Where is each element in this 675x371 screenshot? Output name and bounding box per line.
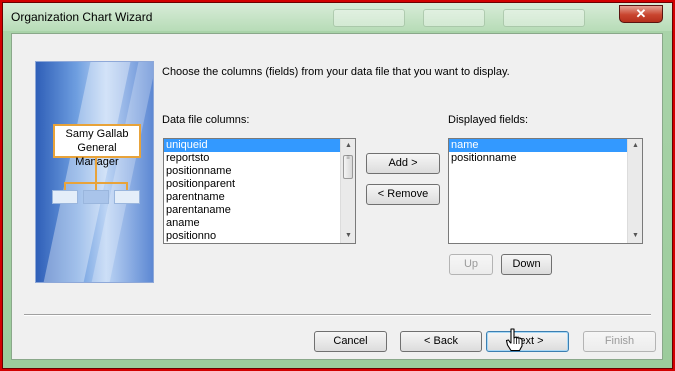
- data-column-item[interactable]: uniqueid: [164, 139, 355, 152]
- displayed-fields-label: Displayed fields:: [448, 114, 529, 126]
- data-columns-label: Data file columns:: [162, 114, 250, 126]
- data-columns-scrollbar[interactable]: ▲ ≡ ▼: [340, 139, 355, 243]
- next-button[interactable]: Next >: [486, 331, 569, 352]
- subordinate-box: [114, 190, 140, 204]
- data-column-item[interactable]: reportsto: [164, 152, 355, 165]
- data-column-item[interactable]: positionparent: [164, 178, 355, 191]
- close-button[interactable]: ✕: [619, 5, 663, 23]
- instruction-text: Choose the columns (fields) from your da…: [162, 66, 510, 78]
- org-connector: [126, 182, 128, 190]
- cancel-button[interactable]: Cancel: [314, 331, 387, 352]
- subordinate-box: [52, 190, 78, 204]
- hand-pointer-icon: [505, 328, 523, 352]
- scroll-down-icon[interactable]: ▼: [341, 230, 355, 242]
- displayed-field-item[interactable]: name: [449, 139, 642, 152]
- displayed-fields-items: name positionname: [449, 139, 642, 165]
- scroll-down-icon[interactable]: ▼: [628, 230, 642, 242]
- finish-button[interactable]: Finish: [583, 331, 656, 352]
- org-connector: [64, 182, 66, 190]
- move-down-button[interactable]: Down: [501, 254, 552, 275]
- title-bar: Organization Chart Wizard ✕: [3, 3, 672, 31]
- org-chart-illustration: Samy Gallab General Manager: [35, 61, 154, 283]
- data-columns-items: uniqueid reportsto positionname positionpar…: [164, 139, 355, 243]
- data-column-item[interactable]: parentaname: [164, 204, 355, 217]
- dialog-body: Samy Gallab General Manager Choose the c…: [11, 33, 663, 360]
- scroll-thumb[interactable]: ≡: [343, 155, 353, 179]
- back-button[interactable]: < Back: [400, 331, 482, 352]
- data-column-item[interactable]: positionno: [164, 230, 355, 243]
- add-button[interactable]: Add >: [366, 153, 440, 174]
- displayed-fields-listbox[interactable]: name positionname ▲ ▼: [448, 138, 643, 244]
- manager-card: Samy Gallab General Manager: [53, 124, 141, 168]
- data-columns-listbox[interactable]: uniqueid reportsto positionname positionpar…: [163, 138, 356, 244]
- org-connector: [95, 157, 97, 182]
- displayed-field-item[interactable]: positionname: [449, 152, 642, 165]
- remove-button[interactable]: < Remove: [366, 184, 440, 205]
- subordinate-box: [83, 190, 109, 204]
- data-column-item[interactable]: parentname: [164, 191, 355, 204]
- manager-title: General Manager: [75, 142, 118, 168]
- data-column-item[interactable]: aname: [164, 217, 355, 230]
- manager-name: Samy Gallab: [65, 128, 129, 140]
- move-up-button[interactable]: Up: [449, 254, 493, 275]
- wizard-window: Organization Chart Wizard ✕ Samy Gallab …: [2, 2, 673, 369]
- background-tab-ghost: [503, 9, 585, 27]
- close-icon: ✕: [635, 6, 647, 21]
- background-tab-ghost: [423, 9, 485, 27]
- background-tab-ghost: [333, 9, 405, 27]
- org-connector: [95, 182, 97, 190]
- data-column-item[interactable]: positionname: [164, 165, 355, 178]
- window-title: Organization Chart Wizard: [11, 10, 153, 24]
- footer-separator: [24, 314, 651, 316]
- scroll-up-icon[interactable]: ▲: [341, 140, 355, 152]
- displayed-fields-scrollbar[interactable]: ▲ ▼: [627, 139, 642, 243]
- scroll-up-icon[interactable]: ▲: [628, 140, 642, 152]
